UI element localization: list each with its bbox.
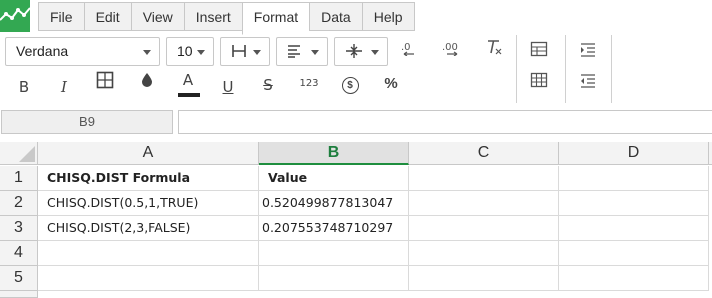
align-left-icon (287, 43, 303, 59)
menu-format[interactable]: Format (241, 2, 310, 35)
column-header-d[interactable]: D (559, 142, 709, 165)
clear-formatting-icon (488, 40, 502, 55)
cell-c3[interactable] (409, 216, 559, 241)
cell-b4[interactable] (259, 241, 409, 266)
select-all-corner[interactable] (0, 142, 38, 165)
vertical-align-icon (345, 43, 363, 59)
chevron-down-icon (143, 50, 151, 55)
cell-a5[interactable] (38, 266, 259, 291)
menu-view[interactable]: View (130, 2, 184, 31)
row-header-6[interactable] (0, 291, 38, 298)
borders-button[interactable] (91, 71, 119, 97)
toolbar-divider (516, 35, 517, 103)
number-format-button[interactable]: 123 (295, 71, 323, 97)
currency-icon: $ (341, 76, 359, 94)
font-family-select[interactable]: Verdana (5, 37, 160, 66)
cell-d4[interactable] (559, 241, 709, 266)
cell-d1[interactable] (559, 166, 709, 191)
cell-b3[interactable]: 0.207553748710297 (259, 216, 409, 241)
cell-a3[interactable]: CHISQ.DIST(2,3,FALSE) (38, 216, 259, 241)
menu-insert[interactable]: Insert (183, 2, 242, 31)
formula-bar: B9 (0, 107, 712, 137)
outdent-icon (581, 74, 595, 88)
decrease-decimal-button[interactable]: .0 (396, 38, 424, 64)
increase-decimal-icon: .00 (442, 42, 458, 57)
cell-d5[interactable] (559, 266, 709, 291)
currency-format-button[interactable]: $ (336, 71, 364, 97)
decrease-decimal-icon: .0 (401, 42, 414, 57)
clear-formatting-button[interactable] (480, 38, 508, 64)
grid-table-button[interactable] (525, 70, 553, 96)
menu-bar: File Edit View Insert Format Data Help (0, 0, 712, 36)
row-header-5[interactable]: 5 (0, 266, 38, 291)
row-header-2[interactable]: 2 (0, 191, 38, 216)
cell-a1[interactable]: CHISQ.DIST Formula (38, 166, 259, 191)
indent-icon (581, 43, 595, 57)
main-menu: File Edit View Insert Format Data Help (38, 2, 415, 35)
menu-edit[interactable]: Edit (83, 2, 131, 31)
cell-d2[interactable] (559, 191, 709, 216)
font-family-value: Verdana (16, 43, 69, 59)
chevron-down-icon (311, 50, 319, 55)
cell-b1[interactable]: Value (259, 166, 409, 191)
vertical-align-select[interactable] (334, 37, 388, 66)
cell-a2[interactable]: CHISQ.DIST(0.5,1,TRUE) (38, 191, 259, 216)
increase-indent-button[interactable] (574, 39, 602, 65)
row-header-3[interactable]: 3 (0, 216, 38, 241)
chevron-down-icon (371, 50, 379, 55)
bold-button[interactable]: B (10, 74, 38, 100)
grid-icon (530, 72, 548, 88)
column-header-a[interactable]: A (38, 142, 259, 165)
spreadsheet-grid: A B C D 1 CHISQ.DIST Formula Value 2 CHI… (0, 142, 712, 298)
insert-table-button[interactable] (525, 39, 553, 65)
cell-b2[interactable]: 0.520499877813047 (259, 191, 409, 216)
svg-text:.00: .00 (442, 42, 458, 53)
cell-c2[interactable] (409, 191, 559, 216)
decrease-indent-button[interactable] (574, 70, 602, 96)
menu-help[interactable]: Help (361, 2, 415, 31)
cell-b5[interactable] (259, 266, 409, 291)
italic-button[interactable]: I (50, 74, 78, 100)
font-size-value: 10 (177, 43, 193, 59)
underline-button[interactable]: U (214, 74, 242, 100)
increase-decimal-button[interactable]: .00 (438, 38, 466, 64)
fill-color-button[interactable] (133, 71, 161, 97)
borders-select[interactable] (220, 37, 270, 66)
horizontal-align-select[interactable] (276, 37, 328, 66)
column-header-b[interactable]: B (259, 142, 409, 165)
toolbar-divider (565, 35, 566, 103)
column-header-c[interactable]: C (409, 142, 559, 165)
borders-icon (96, 71, 114, 89)
toolbar-divider (611, 35, 612, 103)
cell-d3[interactable] (559, 216, 709, 241)
corner-triangle-icon (19, 146, 35, 162)
formula-input[interactable] (178, 110, 712, 134)
menu-data[interactable]: Data (309, 2, 362, 31)
cell-c5[interactable] (409, 266, 559, 291)
font-size-select[interactable]: 10 (166, 37, 214, 66)
chevron-down-icon (253, 50, 261, 55)
cell-c1[interactable] (409, 166, 559, 191)
font-color-button[interactable]: A (174, 70, 202, 97)
row-header-1[interactable]: 1 (0, 166, 38, 191)
fill-color-icon (142, 73, 152, 87)
percent-format-button[interactable]: % (377, 71, 405, 97)
strikethrough-button[interactable]: S (254, 72, 282, 98)
chevron-down-icon (197, 50, 205, 55)
svg-text:.0: .0 (401, 42, 411, 53)
app-logo-icon (0, 0, 30, 32)
cell-a4[interactable] (38, 241, 259, 266)
toolbar: Verdana 10 .0 .00 B I A U S 123 $ % (0, 35, 712, 105)
font-color-swatch (178, 93, 200, 97)
menu-file[interactable]: File (38, 2, 84, 31)
cell-c4[interactable] (409, 241, 559, 266)
borders-icon (231, 43, 247, 59)
table-icon (530, 41, 548, 57)
row-header-4[interactable]: 4 (0, 241, 38, 266)
font-color-icon: A (182, 71, 194, 89)
name-box[interactable]: B9 (1, 110, 173, 134)
